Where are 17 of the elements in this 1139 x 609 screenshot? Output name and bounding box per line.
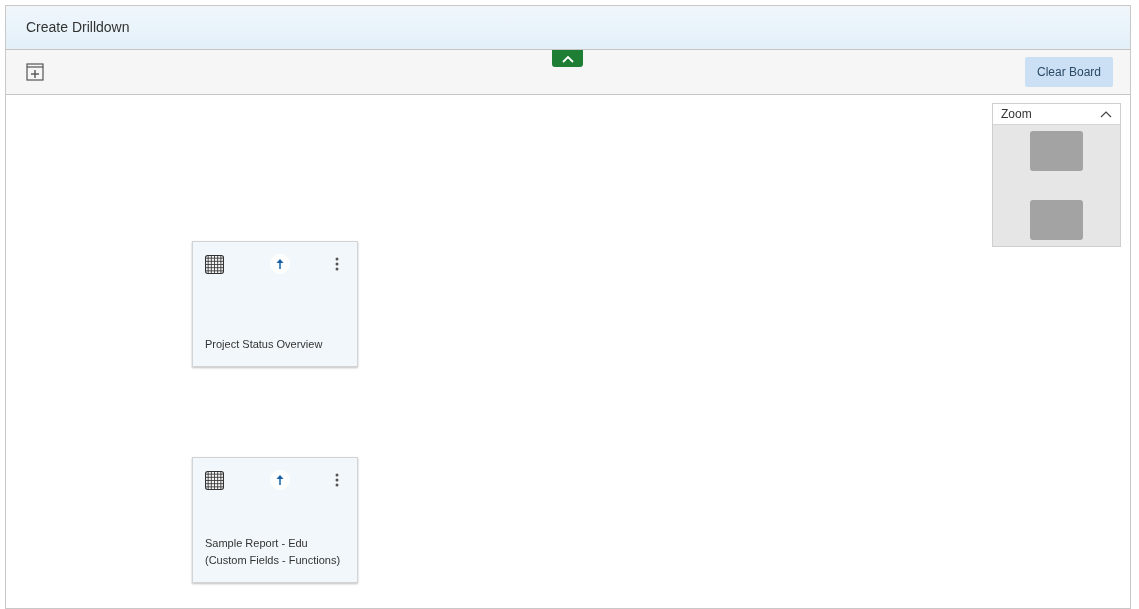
add-table-icon[interactable] [26,63,44,81]
report-node[interactable]: Sample Report - Edu (Custom Fields - Functions) [192,457,358,583]
grid-icon [205,254,224,274]
zoom-title: Zoom [1001,106,1032,123]
report-node[interactable]: Project Status Overview [192,241,358,367]
more-options-icon[interactable] [335,257,339,271]
report-title: Project Status Overview [205,337,323,352]
report-title: Sample Report - Edu (Custom Fields - Functions) [205,536,342,568]
arrow-up-icon[interactable] [269,254,290,274]
more-options-icon[interactable] [335,473,339,487]
chevron-up-icon [561,54,574,63]
collapse-button[interactable] [552,50,583,67]
clear-board-button[interactable]: Clear Board [1024,57,1113,87]
chevron-up-icon[interactable] [1100,110,1112,118]
window-title: Create Drilldown [26,18,130,37]
arrow-up-icon[interactable] [269,470,290,490]
grid-icon [205,470,224,490]
